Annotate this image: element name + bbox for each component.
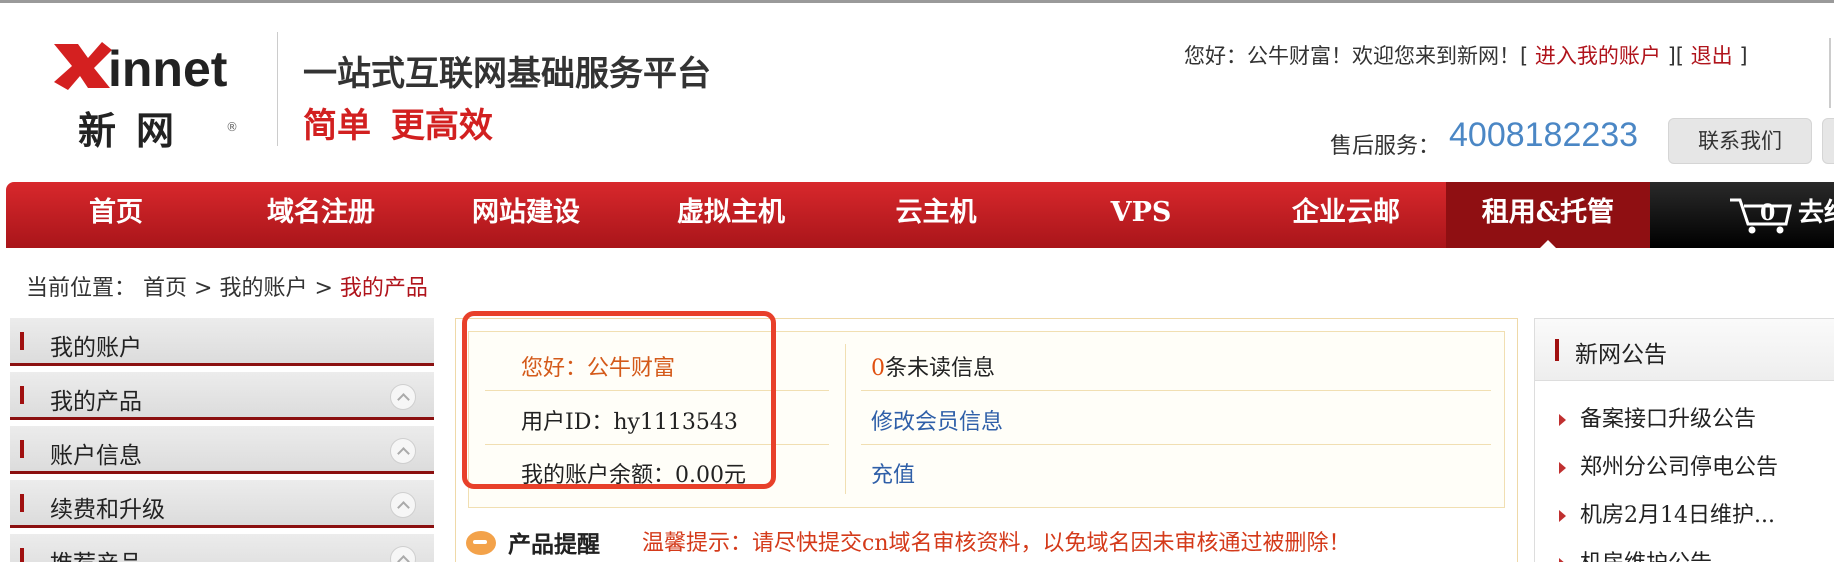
sidebar-marker bbox=[20, 386, 24, 404]
slogan-line1: 一站式互联网基础服务平台 bbox=[303, 54, 711, 94]
notice-header: 新网公告 bbox=[1535, 319, 1834, 381]
cart-button[interactable]: 0 去结 bbox=[1650, 182, 1834, 248]
sidebar-item-label: 账户信息 bbox=[50, 443, 142, 469]
nav-rental-hosting-label: 租用&托管 bbox=[1481, 197, 1615, 228]
sidebar-marker bbox=[20, 332, 24, 350]
sidebar-item-my-products[interactable]: 我的产品 bbox=[10, 372, 434, 420]
notice-item[interactable]: 备案接口升级公告 bbox=[1559, 401, 1756, 433]
nav-website[interactable]: 网站建设 bbox=[426, 182, 626, 248]
sidebar-marker bbox=[20, 494, 24, 512]
chevron-up-icon[interactable] bbox=[390, 438, 416, 464]
highlight-annotation-box bbox=[462, 311, 776, 489]
cart-count: 0 bbox=[1760, 200, 1776, 226]
sidebar-item-my-account[interactable]: 我的账户 bbox=[10, 318, 434, 366]
arrow-right-icon bbox=[1559, 558, 1566, 562]
bracket-close: ] bbox=[1739, 44, 1748, 68]
sidebar-item-account-info[interactable]: 账户信息 bbox=[10, 426, 434, 474]
service-phone: 4008182233 bbox=[1449, 116, 1639, 154]
breadcrumb-current: 我的产品 bbox=[339, 276, 428, 301]
breadcrumb-sep: > bbox=[314, 276, 333, 301]
chevron-up-icon[interactable] bbox=[390, 492, 416, 518]
logo-chinese: 新网 bbox=[78, 109, 195, 153]
arrow-right-icon bbox=[1559, 462, 1566, 474]
notice-title: 新网公告 bbox=[1575, 342, 1667, 368]
notice-item-label: 机房2月14日维护... bbox=[1580, 503, 1775, 528]
notice-marker bbox=[1555, 339, 1559, 361]
sidebar-item-label: 我的账户 bbox=[50, 335, 142, 361]
cart-label: 去结 bbox=[1798, 198, 1834, 228]
xinnet-logo-mark: innet bbox=[54, 41, 228, 96]
recharge-link[interactable]: 充值 bbox=[871, 457, 915, 489]
logout-link[interactable]: 退出 bbox=[1691, 44, 1733, 68]
reminder-text: 温馨提示：请尽快提交cn域名审核资料，以免域名因未审核通过被删除！ bbox=[642, 531, 1351, 556]
arrow-right-icon bbox=[1559, 414, 1566, 426]
main-nav: 首页 域名注册 网站建设 虚拟主机 云主机 VPS 企业云邮 租用&托管 0 去… bbox=[6, 182, 1834, 250]
aftersale-label: 售后服务： bbox=[1330, 134, 1441, 159]
sidebar-item-recommended[interactable]: 推荐产品 bbox=[10, 534, 434, 562]
sidebar-item-renew-upgrade[interactable]: 续费和升级 bbox=[10, 480, 434, 528]
nav-rental-hosting[interactable]: 租用&托管 bbox=[1446, 182, 1650, 250]
notice-item-label: 郑州分公司停电公告 bbox=[1580, 455, 1779, 480]
sidebar-marker bbox=[20, 548, 24, 562]
welcome-text: 您好：公牛财富！欢迎您来到新网！[ bbox=[1184, 44, 1529, 68]
info-row-divider bbox=[861, 390, 1491, 391]
notice-item-label: 机房维护公告 bbox=[1580, 551, 1712, 562]
nav-domain[interactable]: 域名注册 bbox=[216, 182, 426, 248]
svg-text:innet: innet bbox=[108, 41, 228, 96]
sidebar: 我的账户 我的产品 账户信息 续费和升级 推荐产品 bbox=[10, 318, 434, 562]
welcome-bar: 您好：公牛财富！欢迎您来到新网！[ 进入我的账户 ][ 退出 ] bbox=[1184, 40, 1748, 70]
unread-suffix: 条未读信息 bbox=[885, 356, 996, 381]
contact-us-button[interactable]: 联系我们 bbox=[1668, 118, 1812, 164]
notice-item-label: 备案接口升级公告 bbox=[1580, 407, 1757, 432]
breadcrumb-home[interactable]: 首页 bbox=[143, 276, 187, 301]
notice-item[interactable]: 机房维护公告 bbox=[1559, 545, 1712, 562]
header-scroll-edge bbox=[1829, 38, 1831, 108]
nav-home[interactable]: 首页 bbox=[6, 182, 226, 248]
nav-cloud-host[interactable]: 云主机 bbox=[836, 182, 1036, 248]
arrow-right-icon bbox=[1559, 510, 1566, 522]
breadcrumb: 当前位置： 首页 > 我的账户 > 我的产品 bbox=[26, 270, 428, 302]
breadcrumb-prefix: 当前位置： bbox=[26, 276, 137, 301]
registered-mark: ® bbox=[226, 120, 238, 134]
sidebar-item-label: 推荐产品 bbox=[50, 544, 142, 562]
reminder-title: 产品提醒 bbox=[508, 531, 600, 558]
enter-account-link[interactable]: 进入我的账户 bbox=[1535, 44, 1661, 68]
unread-count: 0 bbox=[871, 356, 885, 381]
info-column-divider bbox=[845, 344, 846, 494]
notice-item[interactable]: 郑州分公司停电公告 bbox=[1559, 449, 1778, 481]
top-border bbox=[0, 0, 1834, 3]
edit-member-link[interactable]: 修改会员信息 bbox=[871, 404, 1003, 436]
chevron-up-icon[interactable] bbox=[390, 384, 416, 410]
sidebar-item-label: 续费和升级 bbox=[50, 497, 165, 523]
sidebar-marker bbox=[20, 440, 24, 458]
info-row-divider bbox=[861, 444, 1491, 445]
chat-bubble-icon bbox=[466, 531, 496, 555]
nav-virtual-host[interactable]: 虚拟主机 bbox=[626, 182, 836, 248]
nav-enterprise-mail[interactable]: 企业云邮 bbox=[1246, 182, 1446, 248]
unread-messages[interactable]: 0条未读信息 bbox=[871, 350, 995, 382]
xinnet-logo[interactable]: innet 新网 ® bbox=[48, 36, 258, 153]
notice-panel: 新网公告 备案接口升级公告 郑州分公司停电公告 机房2月14日维护... 机房维… bbox=[1534, 318, 1834, 562]
sidebar-item-label: 我的产品 bbox=[50, 389, 142, 415]
logo-divider bbox=[277, 32, 278, 146]
bracket-sep: ][ bbox=[1667, 44, 1684, 68]
breadcrumb-account[interactable]: 我的账户 bbox=[219, 276, 307, 301]
notice-item[interactable]: 机房2月14日维护... bbox=[1559, 497, 1775, 529]
chevron-up-icon[interactable] bbox=[390, 546, 416, 562]
secondary-header-button[interactable] bbox=[1822, 118, 1834, 164]
nav-active-caret bbox=[1538, 240, 1558, 250]
breadcrumb-sep: > bbox=[194, 276, 213, 301]
nav-vps[interactable]: VPS bbox=[1036, 182, 1246, 248]
slogan-line2: 简单 更高效 bbox=[303, 106, 493, 146]
